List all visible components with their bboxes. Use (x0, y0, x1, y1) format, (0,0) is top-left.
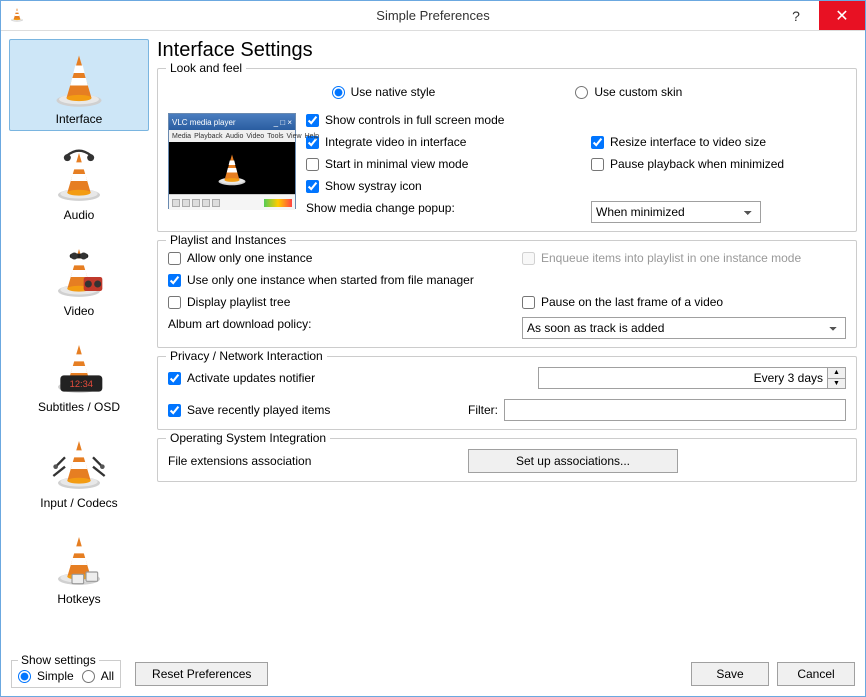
simple-radio[interactable]: Simple (18, 669, 74, 683)
spin-up-icon[interactable]: ▲ (828, 368, 845, 379)
integrate-video-check[interactable]: Integrate video in interface (306, 135, 561, 149)
setup-associations-button[interactable]: Set up associations... (468, 449, 678, 473)
filter-label: Filter: (468, 403, 498, 417)
codecs-icon (51, 430, 107, 494)
sidebar-item-hotkeys[interactable]: Hotkeys (9, 519, 149, 611)
os-integration-group: Operating System Integration File extens… (157, 438, 857, 482)
titlebar: Simple Preferences ? ✕ (1, 1, 865, 31)
all-radio[interactable]: All (82, 669, 114, 683)
group-legend: Show settings (18, 653, 99, 667)
sidebar-label: Audio (64, 208, 95, 222)
enqueue-check: Enqueue items into playlist in one insta… (522, 251, 846, 265)
custom-skin-radio[interactable]: Use custom skin (575, 85, 682, 99)
sidebar-label: Hotkeys (57, 592, 100, 606)
page-title: Interface Settings (157, 39, 857, 62)
sidebar-item-input-codecs[interactable]: Input / Codecs (9, 423, 149, 515)
sidebar-item-video[interactable]: Video (9, 231, 149, 323)
one-instance-fm-check[interactable]: Use only one instance when started from … (168, 273, 846, 287)
sidebar-label: Input / Codecs (40, 496, 117, 510)
updates-interval-spin[interactable]: ▲▼ (538, 367, 846, 389)
native-style-radio[interactable]: Use native style (332, 85, 436, 99)
start-minimal-check[interactable]: Start in minimal view mode (306, 157, 561, 171)
playlist-group: Playlist and Instances Allow only one in… (157, 240, 857, 348)
pause-last-frame-check[interactable]: Pause on the last frame of a video (522, 295, 846, 309)
audio-icon (51, 142, 107, 206)
sidebar-item-audio[interactable]: Audio (9, 135, 149, 227)
sidebar-label: Subtitles / OSD (38, 400, 120, 414)
group-legend: Operating System Integration (166, 431, 330, 445)
skin-preview: VLC media player_ □ × MediaPlaybackAudio… (168, 113, 296, 209)
sidebar-item-interface[interactable]: Interface (9, 39, 149, 131)
subtitles-icon: 12:34 (51, 334, 107, 398)
playlist-tree-check[interactable]: Display playlist tree (168, 295, 492, 309)
save-button[interactable]: Save (691, 662, 769, 686)
app-icon (9, 6, 25, 25)
help-button[interactable]: ? (773, 1, 819, 30)
save-recent-check[interactable]: Save recently played items (168, 403, 468, 417)
systray-check[interactable]: Show systray icon (306, 179, 846, 193)
media-change-select[interactable]: When minimized (591, 201, 761, 223)
window-title: Simple Preferences (376, 8, 489, 23)
sidebar-label: Interface (56, 112, 103, 126)
show-controls-check[interactable]: Show controls in full screen mode (306, 113, 846, 127)
group-legend: Look and feel (166, 61, 246, 75)
updates-notifier-check[interactable]: Activate updates notifier (168, 371, 468, 385)
group-legend: Privacy / Network Interaction (166, 349, 327, 363)
sidebar-item-subtitles[interactable]: 12:34 Subtitles / OSD (9, 327, 149, 419)
footer: Show settings Simple All Reset Preferenc… (1, 659, 865, 689)
pause-minimized-check[interactable]: Pause playback when minimized (591, 157, 846, 171)
hotkeys-icon (51, 526, 107, 590)
allow-one-check[interactable]: Allow only one instance (168, 251, 492, 265)
media-change-label: Show media change popup: (306, 201, 561, 223)
privacy-group: Privacy / Network Interaction Activate u… (157, 356, 857, 430)
reset-preferences-button[interactable]: Reset Preferences (135, 662, 268, 686)
sidebar-label: Video (64, 304, 94, 318)
resize-interface-check[interactable]: Resize interface to video size (591, 135, 846, 149)
close-button[interactable]: ✕ (819, 1, 865, 30)
cancel-button[interactable]: Cancel (777, 662, 855, 686)
sidebar: Interface Audio Video 12:34 Subtitles / … (9, 39, 149, 651)
album-art-select[interactable]: As soon as track is added (522, 317, 846, 339)
show-settings-group: Show settings Simple All (11, 660, 121, 688)
interface-icon (49, 46, 109, 110)
album-art-label: Album art download policy: (168, 317, 492, 339)
group-legend: Playlist and Instances (166, 233, 290, 247)
file-assoc-label: File extensions association (168, 454, 468, 468)
spin-down-icon[interactable]: ▼ (828, 379, 845, 389)
video-icon (51, 238, 107, 302)
filter-input[interactable] (504, 399, 846, 421)
look-and-feel-group: Look and feel Use native style Use custo… (157, 68, 857, 232)
svg-text:12:34: 12:34 (70, 379, 93, 389)
